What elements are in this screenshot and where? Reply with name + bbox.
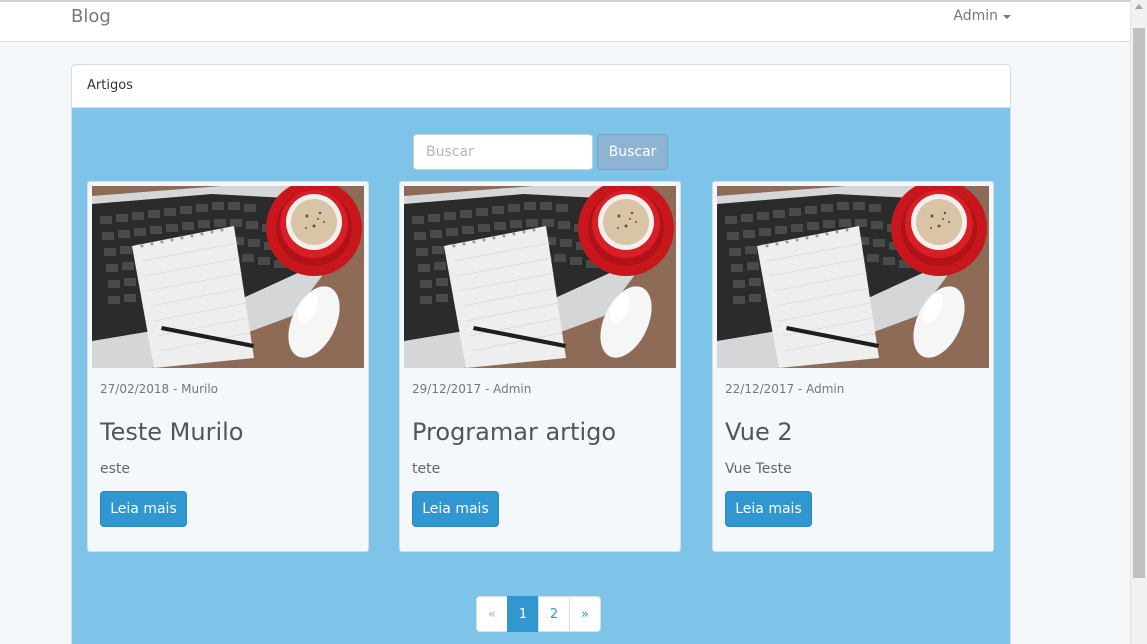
search-input[interactable] [413,134,593,170]
scroll-thumb[interactable] [1133,28,1145,578]
article-title: Programar artigo [412,418,617,446]
search-form: Buscar [413,134,668,170]
article-image [717,186,989,368]
article-excerpt: Vue Teste [725,461,792,477]
search-button[interactable]: Buscar [597,134,668,170]
article-image [92,186,364,368]
pagination-next[interactable]: » [569,596,601,632]
user-menu-dropdown[interactable]: Admin [953,8,1011,24]
read-more-button[interactable]: Leia mais [725,491,812,527]
read-more-button[interactable]: Leia mais [100,491,187,527]
article-title: Vue 2 [725,418,793,446]
article-excerpt: este [100,461,131,477]
scroll-up-icon[interactable] [1135,4,1143,9]
article-meta: 29/12/2017 - Admin [412,382,532,396]
article-image [404,186,676,368]
panel-heading: Artigos [72,65,1010,108]
pagination: « 1 2 » [476,596,601,632]
article-title: Teste Murilo [100,418,244,446]
brand-link[interactable]: Blog [71,6,111,27]
read-more-button[interactable]: Leia mais [412,491,499,527]
article-card: 27/02/2018 - Murilo Teste Murilo este Le… [87,181,369,552]
pagination-page-1[interactable]: 1 [507,596,539,632]
page: Blog Admin Artigos Buscar Buscar 27/02/2… [0,0,1147,644]
article-card: 29/12/2017 - Admin Programar artigo tete… [399,181,681,552]
vertical-scrollbar[interactable] [1130,0,1147,644]
article-meta: 27/02/2018 - Murilo [100,382,219,396]
caret-down-icon [1003,15,1011,19]
articles-panel: Artigos Buscar Buscar 27/02/2018 - Muril… [71,64,1011,644]
navbar: Blog Admin [0,0,1130,42]
pagination-prev[interactable]: « [476,596,508,632]
user-name: Admin [953,8,998,24]
pagination-page-2[interactable]: 2 [538,596,570,632]
article-meta: 22/12/2017 - Admin [725,382,845,396]
article-excerpt: tete [412,461,441,477]
article-card: 22/12/2017 - Admin Vue 2 Vue Teste Leia … [712,181,994,552]
